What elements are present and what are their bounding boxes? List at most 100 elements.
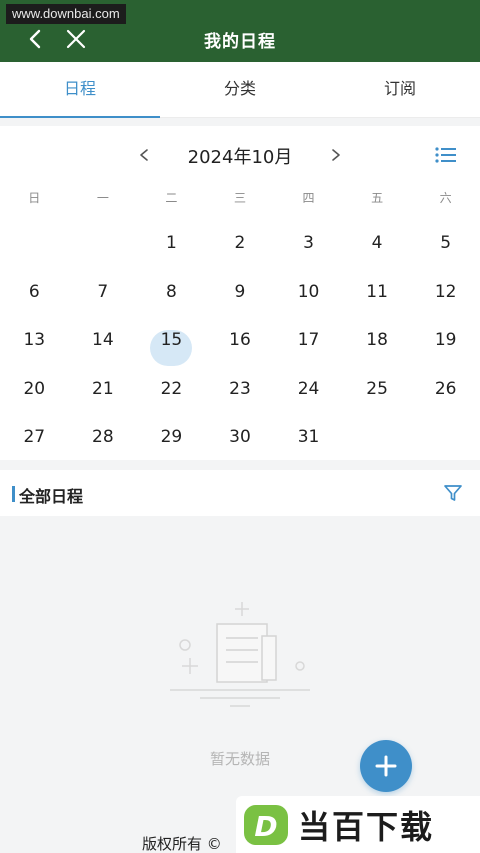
day-number: 17 (297, 330, 320, 350)
day-cell[interactable]: 18 (343, 323, 412, 372)
brand-name: 当百下载 (298, 807, 435, 846)
schedule-section-header: 全部日程 (0, 470, 480, 516)
day-cell[interactable]: 11 (343, 275, 412, 324)
day-number: 15 (160, 330, 183, 350)
day-cell[interactable]: 24 (274, 372, 343, 421)
day-cell[interactable]: 22 (137, 372, 206, 421)
day-number: 30 (229, 427, 251, 447)
weekday-label: 二 (165, 191, 178, 205)
day-number: 13 (23, 330, 46, 350)
weekday-label: 日 (28, 191, 41, 205)
day-cell[interactable]: 23 (206, 372, 275, 421)
day-cell[interactable]: 13 (0, 323, 69, 372)
section-title: 全部日程 (19, 487, 84, 506)
day-number: 9 (234, 281, 246, 302)
day-number: 6 (28, 281, 40, 302)
add-schedule-button[interactable] (360, 740, 412, 792)
tab-category[interactable]: 分类 (160, 62, 320, 117)
day-number: 7 (97, 281, 109, 302)
copyright-text: 版权所有 © (142, 835, 222, 853)
day-cell[interactable]: 6 (0, 275, 69, 324)
weekday-label: 四 (302, 191, 315, 205)
week-row: 27 28 29 30 31 (0, 420, 480, 469)
day-cell-empty (0, 226, 69, 275)
day-number: 20 (23, 378, 46, 399)
brand-logo-letter: D (254, 810, 277, 843)
week-row: 1 2 3 4 5 (0, 226, 480, 275)
day-cell[interactable]: 29 (137, 420, 206, 469)
app-root: www.downbai.com 我的日程 日程 分类 订阅 2024年10月 日… (0, 0, 480, 853)
chevron-right-icon (332, 149, 340, 161)
day-cell[interactable]: 17 (274, 323, 343, 372)
empty-document-illustration-icon (170, 602, 310, 707)
brand-watermark: D 当百下载 (236, 796, 480, 853)
week-row: 20 21 22 23 24 25 26 (0, 372, 480, 421)
day-cell[interactable]: 8 (137, 275, 206, 324)
day-cell[interactable]: 1 (137, 226, 206, 275)
day-cell[interactable]: 9 (206, 275, 275, 324)
day-number: 28 (92, 427, 114, 447)
day-number: 14 (92, 330, 114, 350)
day-cell[interactable]: 4 (343, 226, 412, 275)
weekday-label: 六 (439, 191, 452, 205)
day-cell[interactable]: 21 (69, 372, 138, 421)
section-accent-bar (12, 486, 15, 502)
day-cell[interactable]: 5 (411, 226, 480, 275)
day-number: 11 (366, 281, 388, 302)
week-row: 13 14 15 16 17 18 19 (0, 323, 480, 372)
day-number: 18 (366, 330, 388, 350)
day-cell-empty (69, 226, 138, 275)
weekday-header: 日 一 二 三 四 五 六 (0, 189, 480, 209)
day-cell[interactable]: 26 (411, 372, 480, 421)
filter-button[interactable] (442, 482, 464, 504)
day-number: 4 (371, 233, 383, 253)
day-cell[interactable]: 10 (274, 275, 343, 324)
day-cell[interactable]: 14 (69, 323, 138, 372)
tab-schedule[interactable]: 日程 (0, 62, 160, 118)
day-cell[interactable]: 28 (69, 420, 138, 469)
tab-bar: 日程 分类 订阅 (0, 62, 480, 118)
day-number: 27 (23, 427, 46, 447)
day-number: 29 (160, 427, 183, 447)
day-number: 2 (234, 233, 246, 253)
day-number: 10 (297, 281, 320, 302)
day-cell[interactable]: 19 (411, 323, 480, 372)
list-view-button[interactable] (434, 144, 458, 166)
day-cell[interactable]: 27 (0, 420, 69, 469)
page-title: 我的日程 (204, 32, 276, 52)
calendar: 2024年10月 日 一 二 三 四 五 六 1 2 3 4 5 6 7 8 9… (0, 126, 480, 460)
top-app-bar: www.downbai.com 我的日程 (0, 0, 480, 62)
weekday-label: 三 (233, 191, 246, 205)
day-cell[interactable]: 25 (343, 372, 412, 421)
month-navigation: 2024年10月 (0, 140, 480, 170)
day-grid: 1 2 3 4 5 6 7 8 9 10 11 12 13 14 15 16 1… (0, 226, 480, 469)
week-row: 6 7 8 9 10 11 12 (0, 275, 480, 324)
day-number: 8 (165, 281, 177, 302)
day-cell[interactable]: 16 (206, 323, 275, 372)
day-cell-empty (343, 420, 412, 469)
plus-icon (375, 755, 397, 777)
day-number: 25 (366, 378, 388, 399)
day-cell[interactable]: 12 (411, 275, 480, 324)
day-number: 26 (434, 378, 457, 399)
day-cell-empty (411, 420, 480, 469)
weekday-label: 一 (96, 191, 109, 205)
site-watermark: www.downbai.com (6, 4, 126, 24)
brand-logo-icon: D (244, 804, 288, 845)
day-cell[interactable]: 30 (206, 420, 275, 469)
day-number: 5 (440, 233, 452, 253)
day-number: 21 (92, 378, 114, 399)
day-cell[interactable]: 20 (0, 372, 69, 421)
next-month-button[interactable] (328, 144, 344, 166)
tab-subscribe[interactable]: 订阅 (320, 62, 480, 117)
filter-icon (444, 485, 462, 501)
day-number: 19 (434, 330, 457, 350)
day-cell-selected[interactable]: 15 (137, 323, 206, 372)
day-cell[interactable]: 2 (206, 226, 275, 275)
day-cell[interactable]: 31 (274, 420, 343, 469)
day-number: 3 (303, 233, 314, 253)
day-cell[interactable]: 7 (69, 275, 138, 324)
day-number: 16 (229, 330, 251, 350)
day-number: 23 (229, 378, 251, 399)
day-cell[interactable]: 3 (274, 226, 343, 275)
